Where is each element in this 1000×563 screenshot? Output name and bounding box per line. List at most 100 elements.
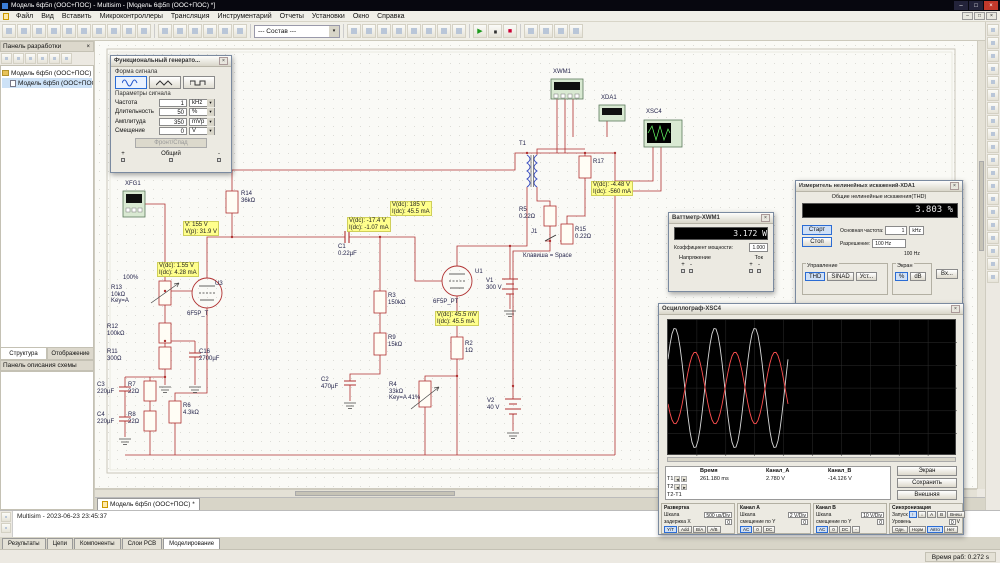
instrument-icon[interactable] xyxy=(987,102,999,114)
toolbar-icon[interactable] xyxy=(362,24,376,38)
toolbar-icon[interactable] xyxy=(392,24,406,38)
trigger-normal-button[interactable]: Норм xyxy=(908,526,927,533)
close-icon[interactable]: × xyxy=(85,44,91,50)
common-terminal[interactable]: Общий xyxy=(161,151,181,162)
label-c1[interactable]: C1 0.22µF xyxy=(338,244,357,257)
trigger-single-button[interactable]: Одн. xyxy=(892,526,908,533)
tab-components[interactable]: Компоненты xyxy=(74,538,121,549)
label-r5[interactable]: R5 0.22Ω xyxy=(519,207,535,220)
toolbar-icon[interactable] xyxy=(233,24,247,38)
instrument-icon[interactable] xyxy=(987,76,999,88)
label-u1[interactable]: U1 xyxy=(475,269,483,276)
trigger-level-input[interactable]: 0 xyxy=(948,518,956,526)
duty-unit-dropdown[interactable]: % ▾ xyxy=(189,108,215,116)
minimize-button[interactable]: – xyxy=(954,1,968,10)
trigger-source-a-button[interactable]: A xyxy=(927,511,937,518)
channel-a-scale-input[interactable]: 2 V/Div xyxy=(787,511,808,519)
label-r13[interactable]: R13 10kΩ Key=A xyxy=(111,285,129,305)
label-r17[interactable]: R17 xyxy=(593,159,604,166)
t1-right-arrow[interactable]: ► xyxy=(681,476,688,482)
label-c16[interactable]: C16 2700µF xyxy=(199,349,219,362)
toolbar-icon[interactable] xyxy=(554,24,568,38)
label-r13-percent[interactable]: 100% xyxy=(123,275,138,282)
channel-a-0-button[interactable]: 0 xyxy=(753,526,762,533)
label-u3-type[interactable]: 6F5P_T xyxy=(187,311,208,318)
label-j1-key[interactable]: Клавиша = Space xyxy=(523,253,572,260)
toolbar-icon[interactable] xyxy=(2,24,16,38)
distortion-analyzer-titlebar[interactable]: Измеритель нелинейных искажений-XDA1 × xyxy=(796,181,962,192)
battery-symbols[interactable] xyxy=(502,278,521,415)
voltage-plus-terminal[interactable]: + xyxy=(681,262,685,273)
tab-simulation[interactable]: Моделирование xyxy=(163,538,221,549)
trigger-auto-button[interactable]: Авто xyxy=(927,526,943,533)
resolution-input[interactable]: 100 Hz xyxy=(872,239,907,248)
oscilloscope-titlebar[interactable]: Осциллограф-XSC4 × xyxy=(659,304,963,315)
tab-pcb-layers[interactable]: Слои PCB xyxy=(121,538,163,549)
spreadsheet-toolbar-icon[interactable] xyxy=(1,512,11,522)
chevron-down-icon[interactable]: ▾ xyxy=(207,127,214,135)
chevron-down-icon[interactable]: ▾ xyxy=(207,117,214,126)
instrument-icon[interactable] xyxy=(987,258,999,270)
oscilloscope-screen-scrollbar[interactable] xyxy=(667,457,956,462)
instrument-icon[interactable] xyxy=(987,232,999,244)
chevron-down-icon[interactable]: ▾ xyxy=(207,98,214,107)
channel-a-ac-button[interactable]: AC xyxy=(740,526,753,533)
instrument-icon[interactable] xyxy=(987,37,999,49)
canvas-vertical-scrollbar[interactable] xyxy=(977,41,985,489)
instrument-icon[interactable] xyxy=(987,154,999,166)
toolbar-icon[interactable] xyxy=(347,24,361,38)
label-r9[interactable]: R9 15kΩ xyxy=(388,335,402,348)
trigger-edge-falling-button[interactable]: ↓ xyxy=(917,511,927,518)
toolbar-icon[interactable] xyxy=(452,24,466,38)
channel-b-0-button[interactable]: 0 xyxy=(829,526,838,533)
db-button[interactable]: dB xyxy=(910,272,926,281)
instrument-icon[interactable] xyxy=(987,63,999,75)
tab-nets[interactable]: Цепи xyxy=(46,538,73,549)
minus-terminal[interactable]: - xyxy=(217,151,221,162)
menu-tools[interactable]: Инструментарий xyxy=(214,13,276,20)
tree-item-root[interactable]: Модель 6ф5п (ООС+ПОС) xyxy=(2,68,92,78)
oscilloscope-canvas-icon[interactable] xyxy=(643,119,683,148)
probe-5[interactable]: V(dc): 45.5 mV I(dc): 45.5 mA xyxy=(435,311,480,326)
t2-left-arrow[interactable]: ◄ xyxy=(674,484,681,490)
channel-b-ypos-input[interactable]: 0 xyxy=(877,518,884,526)
label-j1[interactable]: J1 xyxy=(531,229,537,236)
menu-view[interactable]: Вид xyxy=(37,13,58,20)
tab-results[interactable]: Результаты xyxy=(2,538,46,549)
transformer-symbol[interactable] xyxy=(526,154,538,188)
instrument-icon[interactable] xyxy=(987,141,999,153)
channel-b-scale-input[interactable]: 10 V/Div xyxy=(861,511,884,519)
probe-4[interactable]: V(dc): 185 V I(dc): 45.5 mA xyxy=(390,201,432,216)
menu-place[interactable]: Вставить xyxy=(58,13,96,20)
ext-trigger-button[interactable]: Внешняя xyxy=(897,490,957,500)
toolbar-icon[interactable] xyxy=(158,24,172,38)
maximize-button[interactable]: □ xyxy=(969,1,983,10)
trigger-source-b-button[interactable]: B xyxy=(937,511,947,518)
settings-button[interactable]: Уст... xyxy=(855,272,878,281)
toolbar-icon[interactable] xyxy=(203,24,217,38)
toolbar-icon[interactable] xyxy=(32,24,46,38)
label-r8[interactable]: R8 22Ω xyxy=(128,412,139,425)
label-xda1[interactable]: XDA1 xyxy=(601,95,617,102)
timebase-ba-button[interactable]: B/A xyxy=(693,526,707,533)
instrument-icon[interactable] xyxy=(987,24,999,36)
label-r11[interactable]: R11 300Ω xyxy=(107,349,122,362)
toolbar-icon[interactable] xyxy=(77,24,91,38)
trigger-edge-rising-button[interactable]: ↑ xyxy=(908,511,917,518)
distortion-analyzer-canvas-icon[interactable] xyxy=(598,104,626,122)
trigger-source-ext-button[interactable]: Внеш xyxy=(947,511,965,518)
probe-6[interactable]: V(dc): -4.48 V I(dc): -560 mA xyxy=(591,181,634,196)
toolbar-icon[interactable] xyxy=(539,24,553,38)
label-c3[interactable]: C3 220µF xyxy=(97,382,114,395)
sinad-mode-button[interactable]: SINAD xyxy=(827,272,854,281)
sheet-tab[interactable]: Модель 6ф5п (ООС+ПОС) * xyxy=(97,498,200,510)
scrollbar-thumb[interactable] xyxy=(979,161,984,251)
stop-button[interactable]: Стоп xyxy=(802,237,832,247)
description-panel-body[interactable] xyxy=(0,371,94,510)
channel-a-ypos-input[interactable]: 0 xyxy=(801,518,808,526)
close-button[interactable]: × xyxy=(984,1,998,10)
square-wave-button[interactable] xyxy=(183,76,215,89)
wattmeter-window[interactable]: Ваттметр-XWM1 × 3.172 W Коэффициент мощн… xyxy=(668,212,774,292)
edge-button[interactable]: Фронт/Спад xyxy=(135,138,207,148)
instrument-icon[interactable] xyxy=(987,89,999,101)
